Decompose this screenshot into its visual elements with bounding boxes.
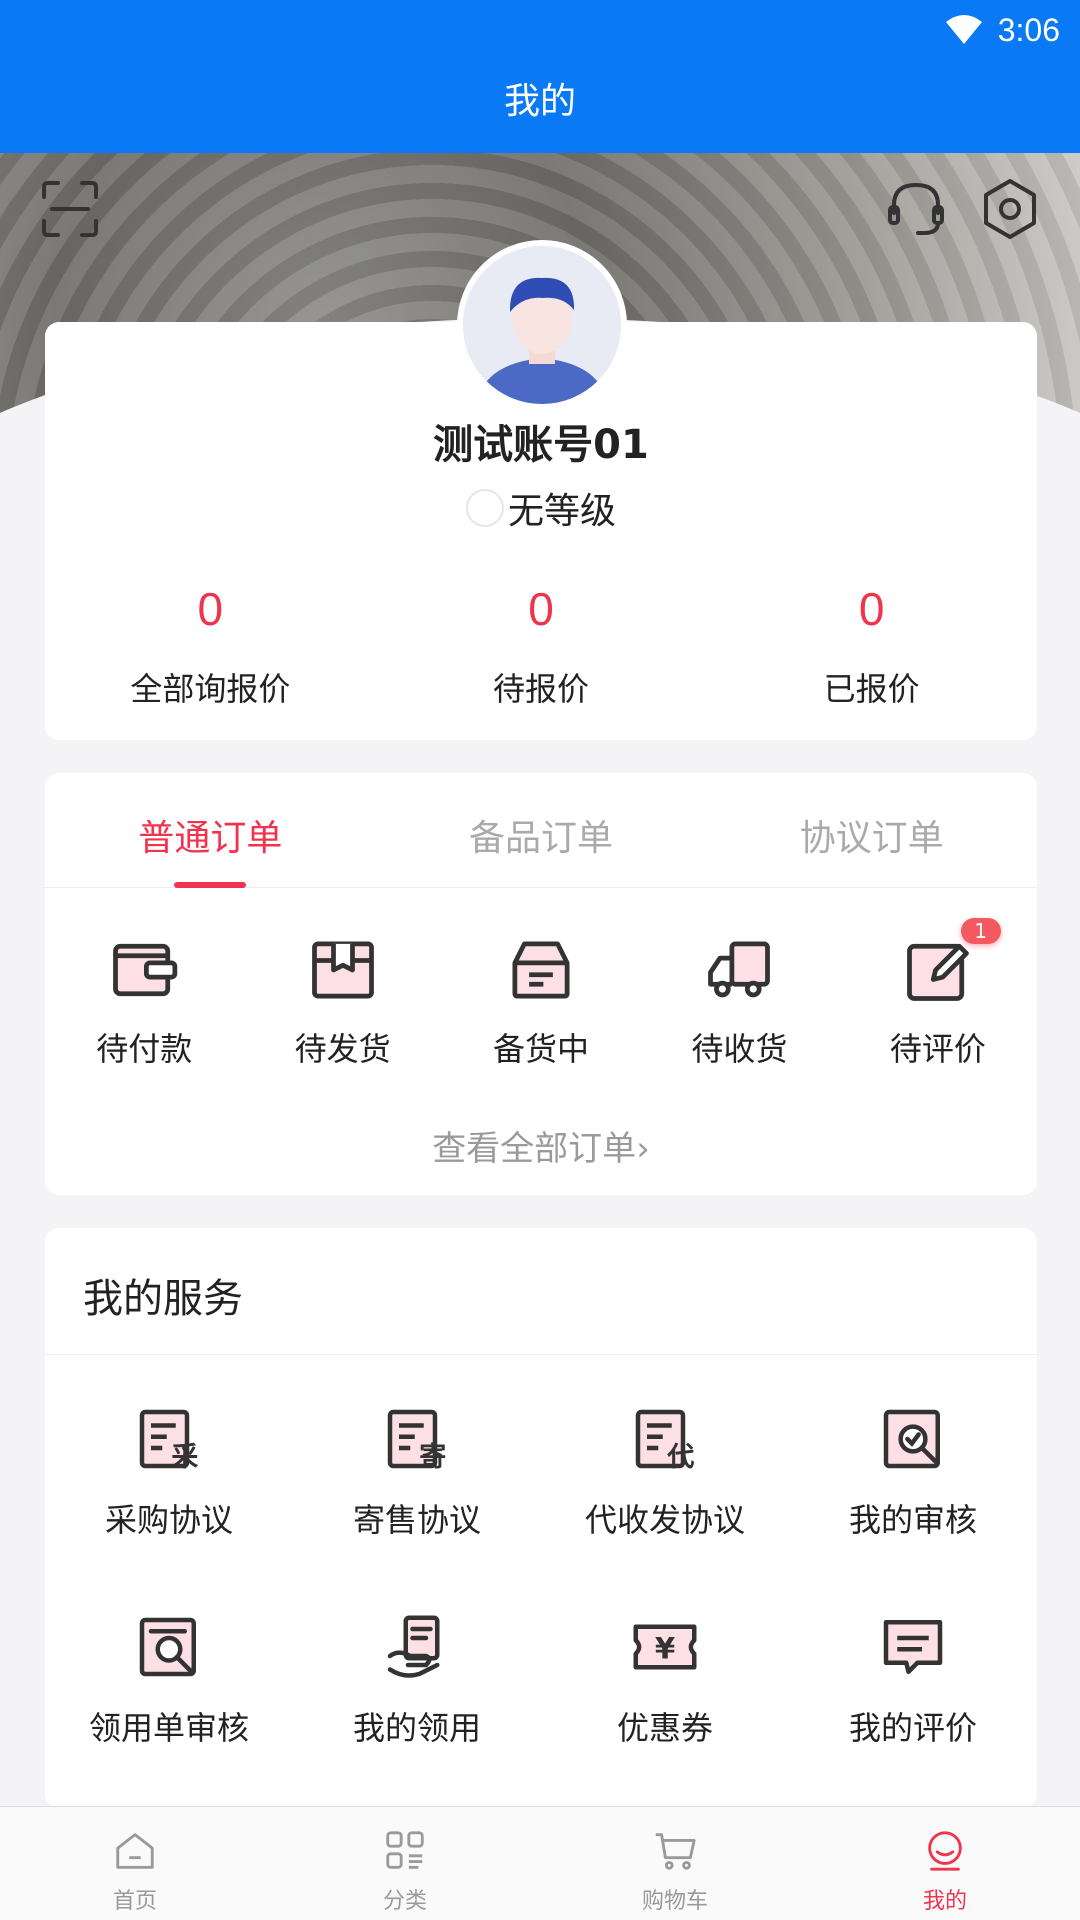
svg-text:代: 代 xyxy=(666,1442,694,1473)
stat-value: 0 xyxy=(528,583,554,635)
scan-icon[interactable] xyxy=(38,177,102,241)
service-requisition-review[interactable]: 领用单审核 xyxy=(45,1611,293,1819)
service-label: 领用单审核 xyxy=(88,1709,249,1747)
order-pending-payment[interactable]: 待付款 xyxy=(45,932,243,1070)
level-badge-icon xyxy=(465,489,504,527)
nav-label: 我的 xyxy=(922,1889,967,1914)
category-icon xyxy=(386,1831,424,1869)
stat-label: 已报价 xyxy=(823,670,920,708)
edit-icon xyxy=(906,943,969,1001)
stat-value: 0 xyxy=(197,583,224,635)
avatar[interactable] xyxy=(457,240,627,410)
order-status-label: 待付款 xyxy=(96,1030,193,1068)
page-title: 我的 xyxy=(503,81,576,122)
svg-text:寄: 寄 xyxy=(419,1441,446,1473)
service-label: 我的领用 xyxy=(352,1709,481,1747)
order-tabs: 普通订单 备品订单 协议订单 xyxy=(45,773,1037,888)
view-all-orders-link[interactable]: 查看全部订单› xyxy=(45,1121,1037,1170)
service-label: 寄售协议 xyxy=(352,1501,481,1539)
service-coupon[interactable]: ¥ 优惠券 xyxy=(541,1611,789,1819)
level-label: 无等级 xyxy=(507,491,616,532)
box-icon xyxy=(311,941,374,999)
home-icon xyxy=(116,1833,154,1869)
nav-label: 分类 xyxy=(382,1889,427,1914)
service-label: 我的评价 xyxy=(848,1709,977,1747)
services-grid: 采 采购协议 寄 寄售协议 代 代收发协议 我的审核 领用单审核 我的领用 ¥ … xyxy=(45,1355,1037,1819)
services-title: 我的服务 xyxy=(45,1228,1037,1355)
service-my-review[interactable]: 我的审核 xyxy=(789,1403,1037,1611)
wifi-icon xyxy=(945,15,982,44)
stat-quoted[interactable]: 0 已报价 xyxy=(706,582,1037,710)
service-my-comments[interactable]: 我的评价 xyxy=(789,1611,1037,1819)
chevron-right-icon: › xyxy=(636,1129,650,1169)
unread-badge: 1 xyxy=(960,918,1001,944)
bottom-nav: 首页 分类 购物车 我的 xyxy=(0,1806,1080,1920)
order-pending-receipt[interactable]: 待收货 xyxy=(640,932,838,1070)
agent-doc-icon: 代 xyxy=(635,1409,694,1473)
orders-card: 普通订单 备品订单 协议订单 待付款 待发货 备货中 待收货 1 待评价 查看全… xyxy=(45,773,1037,1195)
order-status-label: 备货中 xyxy=(493,1030,590,1068)
stat-label: 待报价 xyxy=(493,670,590,708)
service-label: 优惠券 xyxy=(616,1709,713,1747)
tab-normal-orders[interactable]: 普通订单 xyxy=(45,773,376,888)
service-label: 采购协议 xyxy=(104,1501,233,1539)
quote-stats: 0 全部询报价 0 待报价 0 已报价 xyxy=(45,582,1037,710)
headset-icon[interactable] xyxy=(884,177,948,241)
stat-pending-quotes[interactable]: 0 待报价 xyxy=(376,582,707,710)
view-all-orders-label: 查看全部订单 xyxy=(432,1129,637,1169)
status-time: 3:06 xyxy=(997,11,1060,48)
service-purchase-agreement[interactable]: 采 采购协议 xyxy=(45,1403,293,1611)
hand-doc-icon xyxy=(387,1615,440,1678)
service-label: 我的审核 xyxy=(848,1501,977,1539)
truck-icon xyxy=(708,941,771,998)
tab-agreement-orders[interactable]: 协议订单 xyxy=(706,773,1037,887)
order-preparing[interactable]: 备货中 xyxy=(442,932,640,1070)
order-pending-shipment[interactable]: 待发货 xyxy=(243,932,441,1070)
service-agent-agreement[interactable]: 代 代收发协议 xyxy=(541,1403,789,1611)
gear-icon[interactable] xyxy=(978,177,1042,241)
username: 测试账号01 xyxy=(433,422,649,468)
inbox-icon xyxy=(512,941,570,999)
user-icon xyxy=(928,1831,962,1871)
stat-all-quotes[interactable]: 0 全部询报价 xyxy=(45,582,376,710)
order-status-label: 待发货 xyxy=(294,1030,391,1068)
nav-cart[interactable]: 购物车 xyxy=(540,1807,810,1920)
tab-spare-orders[interactable]: 备品订单 xyxy=(376,773,707,887)
service-my-requisition[interactable]: 我的领用 xyxy=(293,1611,541,1819)
status-bar: 3:06 xyxy=(944,8,1060,52)
order-status-label: 待收货 xyxy=(691,1030,788,1068)
service-consignment-agreement[interactable]: 寄 寄售协议 xyxy=(293,1403,541,1611)
coupon-icon: ¥ xyxy=(633,1624,697,1670)
review-icon xyxy=(883,1409,940,1469)
wallet-icon xyxy=(113,943,178,997)
requisition-review-icon xyxy=(139,1617,196,1677)
cart-icon xyxy=(655,1833,696,1870)
member-level: 无等级 xyxy=(45,482,1037,534)
svg-text:采: 采 xyxy=(171,1442,198,1473)
app-bar: 3:06 我的 xyxy=(0,0,1080,153)
order-pending-review[interactable]: 1 待评价 xyxy=(839,918,1037,1070)
service-label: 代收发协议 xyxy=(584,1501,745,1539)
nav-category[interactable]: 分类 xyxy=(270,1807,540,1920)
stat-value: 0 xyxy=(858,583,885,635)
nav-label: 首页 xyxy=(112,1889,157,1914)
comment-icon xyxy=(883,1620,943,1674)
nav-label: 购物车 xyxy=(641,1889,708,1914)
nav-home[interactable]: 首页 xyxy=(0,1807,270,1920)
svg-text:¥: ¥ xyxy=(655,1631,676,1665)
nav-mine[interactable]: 我的 xyxy=(810,1807,1080,1920)
consign-doc-icon: 寄 xyxy=(387,1409,446,1473)
services-card: 我的服务 采 采购协议 寄 寄售协议 代 代收发协议 我的审核 领用单审核 我的… xyxy=(45,1228,1037,1808)
stat-label: 全部询报价 xyxy=(130,670,291,708)
order-status-list: 待付款 待发货 备货中 待收货 1 待评价 xyxy=(45,888,1037,1070)
order-status-label: 待评价 xyxy=(889,1030,986,1068)
purchase-doc-icon: 采 xyxy=(139,1409,198,1473)
